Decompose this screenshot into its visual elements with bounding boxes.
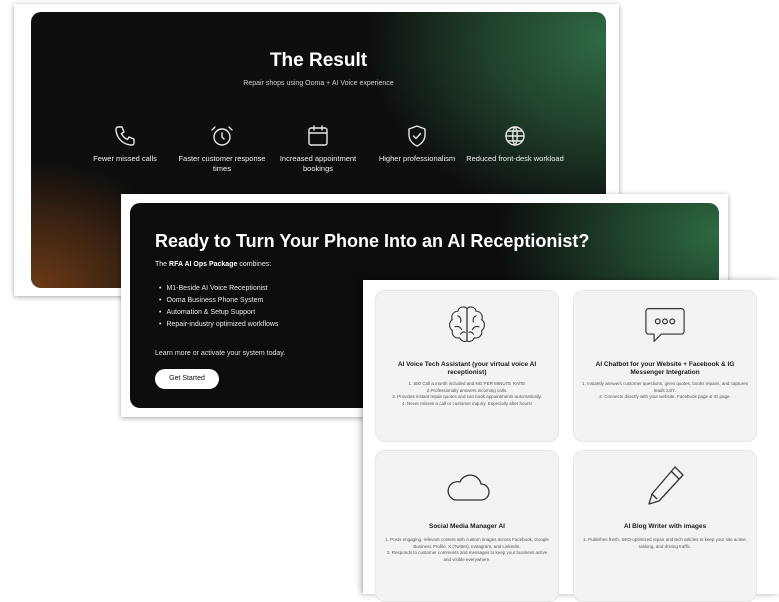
- service-title: AI Blog Writer with images: [623, 523, 707, 530]
- service-chatbot: AI Chatbot for your Website + Facebook &…: [573, 290, 757, 442]
- service-body: 1. 500 Call a month included and NO PER …: [384, 381, 550, 407]
- service-line: 1. Instantly answers customer questions,…: [582, 381, 748, 393]
- list-item: Ooma Business Phone System: [155, 295, 279, 307]
- service-title: AI Chatbot for your Website + Facebook &…: [595, 361, 735, 376]
- list-item: Automation & Setup Support: [155, 307, 279, 319]
- service-line: 1. Posts engaging, relevant content with…: [385, 537, 549, 549]
- services-card: AI Voice Tech Assistant (your virtual vo…: [363, 280, 779, 602]
- service-title: Social Media Manager AI: [429, 523, 505, 530]
- service-line: 4. Never misses a call or customer inqui…: [402, 400, 532, 406]
- result-title: The Result: [269, 50, 368, 71]
- feature-fewer-missed-calls: Fewer missed calls: [75, 124, 175, 164]
- cta-intro-prefix: The: [155, 261, 168, 268]
- package-list: M1-Beside AI Voice Receptionist Ooma Bus…: [155, 283, 279, 331]
- feature-label: Higher professionalism: [378, 154, 456, 163]
- calendar-icon: [308, 125, 328, 146]
- package-name: RFA AI Ops Package: [169, 261, 238, 268]
- cta-title: Ready to Turn Your Phone Into an AI Rece…: [155, 231, 590, 251]
- feature-label: Faster customer response times: [178, 154, 266, 173]
- service-social-media: Social Media Manager AI 1. Posts engagin…: [375, 450, 559, 602]
- shield-check-icon: [408, 125, 426, 147]
- feature-faster-response: Faster customer response times: [172, 124, 272, 174]
- list-item: M1-Beside AI Voice Receptionist: [155, 283, 279, 295]
- service-body: 1. Publishes fresh, SEO-optimized repair…: [582, 537, 748, 550]
- feature-label: Fewer missed calls: [93, 154, 157, 163]
- pencil-icon: [648, 466, 684, 505]
- service-body: 1. Posts engaging, relevant content with…: [384, 537, 550, 563]
- cta-intro: The RFA AI Ops Package combines:: [155, 261, 271, 268]
- phone-icon: [115, 126, 135, 146]
- service-title: AI Voice Tech Assistant (your virtual vo…: [397, 361, 537, 376]
- chat-bubble-icon: [645, 308, 685, 342]
- list-item: Repair-industry optimized workflows: [155, 319, 278, 331]
- feature-label: Reduced front-desk workload: [466, 154, 564, 163]
- cloud-icon: [447, 474, 490, 501]
- feature-reduced-workload: Reduced front-desk workload: [465, 124, 565, 164]
- service-line: 2. Connects directly with your website, …: [599, 394, 731, 399]
- cta-intro-suffix: combines:: [239, 261, 272, 268]
- service-body: 1. Instantly answers customer questions,…: [582, 381, 748, 401]
- globe-icon: [505, 126, 525, 146]
- feature-increased-bookings: Increased appointment bookings: [268, 124, 368, 174]
- brain-icon: [449, 306, 485, 343]
- result-subtitle: Repair shops using Ooma + AI Voice exper…: [243, 80, 394, 87]
- service-line: 1. 500 Call a month included and NO PER …: [408, 381, 526, 386]
- cta-note: Learn more or activate your system today…: [155, 350, 286, 357]
- stopwatch-icon: [211, 126, 233, 146]
- service-line: 2. Responds to customer comments and mes…: [386, 550, 548, 562]
- feature-label: Increased appointment bookings: [279, 154, 357, 173]
- service-line: 3. Provides instant repair quotes and ca…: [392, 394, 542, 399]
- service-blog-writer: AI Blog Writer with images 1. Publishes …: [573, 450, 757, 602]
- get-started-button[interactable]: Get Started: [155, 369, 219, 389]
- service-line: 1. Publishes fresh, SEO-optimized repair…: [583, 537, 747, 549]
- service-voice-assistant: AI Voice Tech Assistant (your virtual vo…: [375, 290, 559, 442]
- feature-professionalism: Higher professionalism: [367, 124, 467, 164]
